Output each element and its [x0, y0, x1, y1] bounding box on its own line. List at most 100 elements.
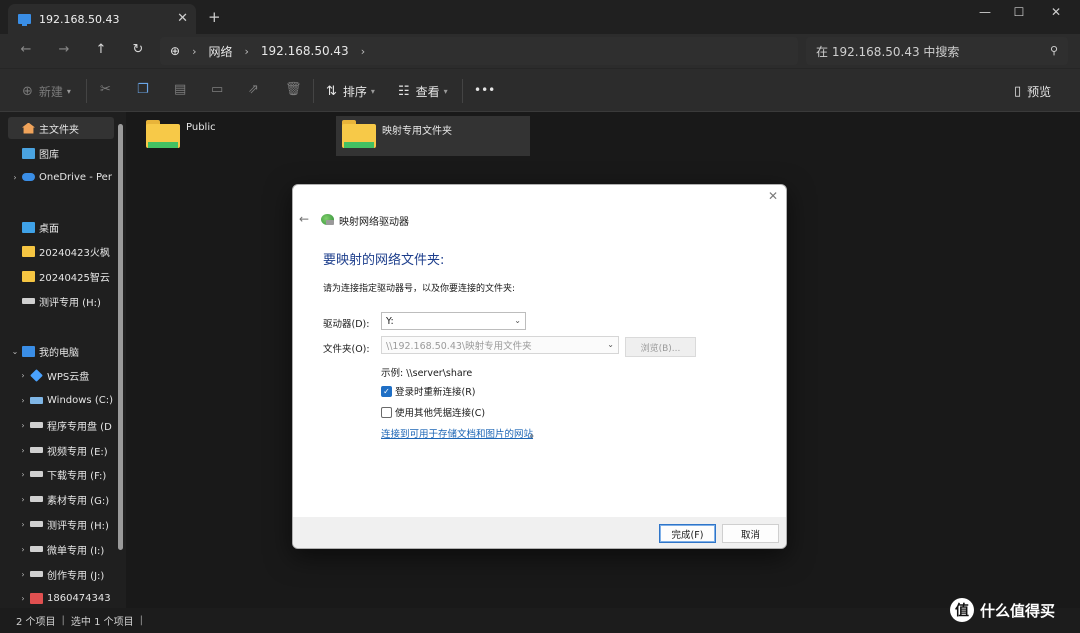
chevron-right-icon[interactable]: › [361, 45, 365, 58]
expand-chevron-icon[interactable]: › [16, 371, 30, 380]
sidebar-item-drive-h-pinned[interactable]: 测评专用 (H:) [8, 290, 114, 312]
folder-path-input[interactable]: \\192.168.50.43\映射专用文件夹 ⌄ [381, 336, 619, 354]
drive-icon [30, 447, 43, 453]
breadcrumb-network[interactable]: 网络 [208, 43, 232, 60]
paste-icon[interactable]: ▤ [174, 82, 186, 97]
copy-icon[interactable]: ❐ [137, 82, 149, 97]
preview-pane-button[interactable]: ▯ 预览 [1014, 83, 1051, 100]
delete-icon[interactable]: 🗑 [285, 82, 302, 97]
minimize-button[interactable]: — [970, 5, 1000, 19]
sidebar-item-label: 创作专用 (J:) [47, 570, 105, 582]
sidebar-item-drive-h[interactable]: › 测评专用 (H:) [16, 513, 122, 535]
sidebar-scrollbar[interactable] [118, 124, 123, 550]
drive-icon [30, 546, 43, 552]
sidebar-item-label: 下载专用 (F:) [47, 470, 107, 482]
expand-chevron-icon[interactable]: › [16, 396, 30, 405]
path-example: 示例: \\server\share [381, 368, 473, 379]
cancel-button[interactable]: 取消 [722, 524, 779, 543]
expand-chevron-icon[interactable]: › [16, 594, 30, 603]
file-name: 映射专用文件夹 [382, 126, 452, 137]
title-bar: 192.168.50.43 ✕ + — ☐ ✕ [0, 0, 1080, 34]
sidebar-item-network-drive[interactable]: › 1860474343 [16, 587, 122, 609]
tab-current[interactable]: 192.168.50.43 ✕ [8, 4, 196, 34]
finish-button[interactable]: 完成(F) [659, 524, 716, 543]
selection-count: 选中 1 个项目 [70, 617, 134, 628]
expand-chevron-icon[interactable]: › [16, 446, 30, 455]
chevron-down-icon: ▾ [443, 87, 448, 96]
expand-chevron-icon[interactable]: › [16, 495, 30, 504]
sidebar-item-folder-0423[interactable]: 20240423火枫 [8, 240, 114, 262]
expand-chevron-icon[interactable]: › [8, 173, 22, 182]
search-icon[interactable]: ⚲ [1050, 44, 1058, 57]
sidebar-item-home[interactable]: 主文件夹 [8, 117, 114, 139]
sort-label: 排序 [342, 85, 367, 99]
sidebar-item-label: 测评专用 (H:) [39, 297, 101, 309]
network-location-icon [18, 14, 31, 26]
cut-icon[interactable]: ✂ [100, 82, 111, 97]
sidebar-item-gallery[interactable]: 图库 [8, 142, 114, 164]
preview-label: 预览 [1027, 85, 1052, 99]
storage-website-link[interactable]: 连接到可用于存储文档和图片的网站 [381, 426, 533, 440]
chevron-down-icon: ⌄ [514, 316, 521, 325]
sidebar-item-drive-e[interactable]: › 视频专用 (E:) [16, 439, 122, 461]
onedrive-icon [22, 173, 35, 181]
view-button[interactable]: ☷ 查看 ▾ [398, 83, 448, 100]
back-button[interactable]: ← [16, 42, 36, 57]
breadcrumb-host[interactable]: 192.168.50.43 [261, 44, 349, 58]
sidebar-item-drive-c[interactable]: › Windows (C:) [16, 389, 122, 411]
tab-close-icon[interactable]: ✕ [177, 11, 188, 26]
chevron-down-icon: ▾ [66, 87, 71, 96]
more-options-button[interactable]: ••• [474, 83, 495, 97]
sidebar-item-this-pc[interactable]: ⌄ 我的电脑 [8, 340, 114, 362]
navigation-bar: ← → ↑ ↻ ⊕ › 网络 › 192.168.50.43 › 在 192.1… [0, 34, 1080, 68]
dialog-heading: 要映射的网络文件夹: [323, 253, 445, 268]
drive-letter-select[interactable]: Y: ⌄ [381, 312, 526, 330]
expand-chevron-icon[interactable]: › [16, 545, 30, 554]
address-bar[interactable]: ⊕ › 网络 › 192.168.50.43 › [160, 37, 798, 65]
back-arrow-icon[interactable]: ← [299, 212, 309, 226]
new-button[interactable]: ⊕ 新建 ▾ [22, 83, 71, 100]
folder-icon [22, 270, 35, 282]
reconnect-checkbox[interactable]: ✓ 登录时重新连接(R) [381, 384, 476, 398]
search-input[interactable]: 在 192.168.50.43 中搜索 ⚲ [806, 37, 1068, 65]
up-button[interactable]: ↑ [91, 42, 111, 57]
drive-letter-value: Y: [386, 315, 394, 327]
toolbar-divider [462, 79, 463, 103]
expand-chevron-icon[interactable]: › [16, 520, 30, 529]
sidebar-item-desktop[interactable]: 桌面 [8, 216, 114, 238]
close-window-button[interactable]: ✕ [1041, 5, 1071, 19]
sort-button[interactable]: ⇅ 排序 ▾ [326, 83, 375, 100]
refresh-button[interactable]: ↻ [128, 42, 148, 57]
sidebar-item-onedrive[interactable]: › OneDrive - Per [8, 166, 114, 188]
chevron-right-icon[interactable]: › [192, 45, 196, 58]
close-icon[interactable]: ✕ [768, 189, 778, 203]
file-item-public[interactable]: Public [140, 116, 320, 156]
new-tab-button[interactable]: + [208, 8, 221, 26]
sidebar-item-drive-d[interactable]: › 程序专用盘 (D [16, 414, 122, 436]
sidebar-item-drive-g[interactable]: › 素材专用 (G:) [16, 488, 122, 510]
folder-icon [146, 120, 180, 148]
expand-chevron-icon[interactable]: ⌄ [8, 347, 22, 356]
sidebar-item-folder-0425[interactable]: 20240425智云 [8, 265, 114, 287]
expand-chevron-icon[interactable]: › [16, 470, 30, 479]
share-icon[interactable]: ⇗ [248, 82, 259, 97]
status-divider: | [139, 615, 144, 626]
sidebar-item-wps[interactable]: › WPS云盘 [16, 364, 122, 386]
sidebar-item-drive-f[interactable]: › 下载专用 (F:) [16, 463, 122, 485]
other-credentials-checkbox[interactable]: 使用其他凭据连接(C) [381, 405, 485, 419]
forward-button[interactable]: → [54, 42, 74, 57]
expand-chevron-icon[interactable]: › [16, 570, 30, 579]
maximize-button[interactable]: ☐ [1004, 5, 1034, 19]
browse-button[interactable]: 浏览(B)... [625, 337, 696, 357]
folder-icon [342, 120, 376, 148]
expand-chevron-icon[interactable]: › [16, 421, 30, 430]
rename-icon[interactable]: ▭ [211, 82, 223, 97]
drive-icon [22, 298, 35, 304]
sidebar-item-drive-j[interactable]: › 创作专用 (J:) [16, 563, 122, 585]
sidebar-item-drive-i[interactable]: › 微单专用 (I:) [16, 538, 122, 560]
sidebar-item-label: 1860474343 [47, 592, 111, 604]
view-icon: ☷ [398, 84, 410, 99]
chevron-right-icon[interactable]: › [244, 45, 248, 58]
map-network-drive-dialog: ✕ ← 映射网络驱动器 要映射的网络文件夹: 请为连接指定驱动器号，以及你要连接… [292, 184, 787, 549]
file-item-mapped-folder[interactable]: 映射专用文件夹 [336, 116, 530, 156]
